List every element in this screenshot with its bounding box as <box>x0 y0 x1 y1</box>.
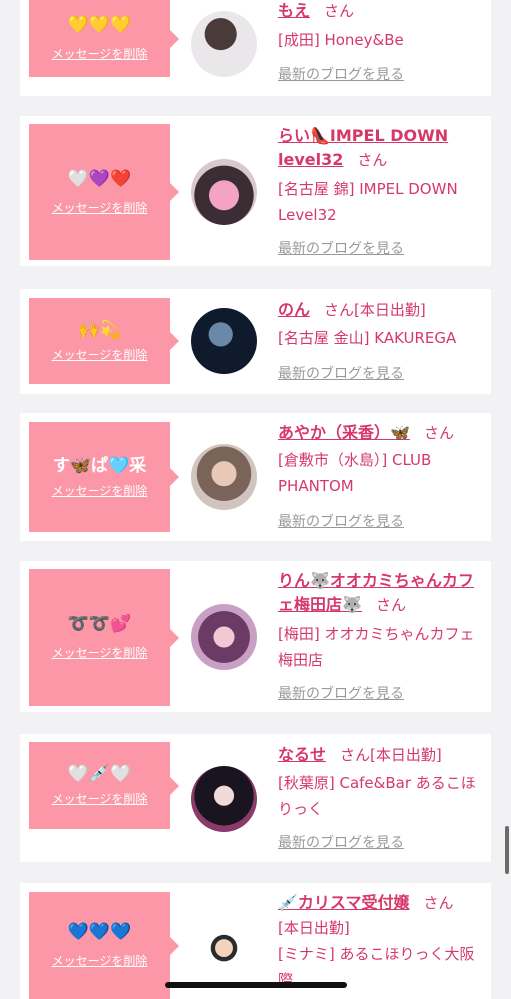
shop-info: [倉敷市（水島）] CLUB PHANTOM <box>278 451 432 495</box>
delete-message-link[interactable]: メッセージを削除 <box>52 790 148 807</box>
message-emoji: 💛💛💛 <box>67 15 132 35</box>
message-emoji: 🤍💜❤️ <box>67 168 132 189</box>
san-suffix: さん <box>423 424 454 442</box>
cast-name-link[interactable]: 💉カリスマ受付嬢 <box>278 893 409 912</box>
message-emoji: 🙌💫 <box>78 319 121 340</box>
avatar[interactable] <box>191 766 257 832</box>
cast-name-link[interactable]: あやか（采香）🦋 <box>278 423 410 442</box>
shop-info: [梅田] オオカミちゃんカフェ梅田店 <box>278 625 475 669</box>
message-box: 🙌💫 メッセージを削除 <box>29 298 179 384</box>
shop-info: [成田] Honey&Be <box>278 31 404 49</box>
message-card: 🤍💜❤️ メッセージを削除 らい👠IMPEL DOWN level32 さん [名… <box>20 116 491 266</box>
san-suffix: さん <box>423 894 454 912</box>
latest-blog-link[interactable]: 最新のブログを見る <box>278 363 404 383</box>
delete-message-link[interactable]: メッセージを削除 <box>52 199 148 216</box>
latest-blog-link[interactable]: 最新のブログを見る <box>278 238 404 258</box>
shop-info: [名古屋 錦] IMPEL DOWN Level32 <box>278 180 458 224</box>
home-indicator[interactable] <box>165 982 347 988</box>
avatar[interactable] <box>191 11 257 77</box>
san-suffix: さん <box>357 151 388 169</box>
message-card: す🦋ぱ🩵采 メッセージを削除 あやか（采香）🦋 さん [倉敷市（水島）] CLUB… <box>20 413 491 541</box>
work-status: [本日出勤] <box>278 919 350 937</box>
message-box: 🤍💉🤍 メッセージを削除 <box>29 742 179 829</box>
delete-message-link[interactable]: メッセージを削除 <box>52 952 148 969</box>
message-box: ➰➰💕 メッセージを削除 <box>29 569 179 706</box>
work-status: [本日出勤] <box>354 301 426 319</box>
message-card: 💛💛💛 メッセージを削除 もえ さん [成田] Honey&Be 最新のブログを見… <box>20 0 491 96</box>
message-box: 🤍💜❤️ メッセージを削除 <box>29 124 179 260</box>
message-box: 💙💙💙 メッセージを削除 <box>29 892 179 999</box>
san-suffix: さん <box>324 301 355 319</box>
message-emoji: 🤍💉🤍 <box>67 764 132 784</box>
delete-message-link[interactable]: メッセージを削除 <box>52 482 148 499</box>
shop-info: [名古屋 金山] KAKUREGA <box>278 329 457 347</box>
message-emoji: 💙💙💙 <box>67 922 132 942</box>
cast-name-link[interactable]: のん <box>278 300 310 319</box>
delete-message-link[interactable]: メッセージを削除 <box>52 644 148 661</box>
message-box: 💛💛💛 メッセージを削除 <box>29 0 179 77</box>
latest-blog-link[interactable]: 最新のブログを見る <box>278 64 404 84</box>
work-status: [本日出勤] <box>370 746 442 764</box>
san-suffix: さん <box>340 746 371 764</box>
delete-message-link[interactable]: メッセージを削除 <box>52 45 148 62</box>
san-suffix: さん <box>375 596 406 614</box>
avatar[interactable] <box>191 604 257 670</box>
message-card: 🙌💫 メッセージを削除 のん さん[本日出勤] [名古屋 金山] KAKUREGA… <box>20 289 491 394</box>
message-emoji: す🦋ぱ🩵采 <box>52 455 147 476</box>
message-card: 🤍💉🤍 メッセージを削除 なるせ さん[本日出勤] [秋葉原] Cafe&Bar … <box>20 734 491 862</box>
latest-blog-link[interactable]: 最新のブログを見る <box>278 832 404 852</box>
cast-name-link[interactable]: なるせ <box>278 745 326 764</box>
scrollbar[interactable] <box>505 826 509 874</box>
san-suffix: さん <box>324 2 355 20</box>
latest-blog-link[interactable]: 最新のブログを見る <box>278 683 404 703</box>
latest-blog-link[interactable]: 最新のブログを見る <box>278 511 404 531</box>
message-emoji: ➰➰💕 <box>67 614 132 634</box>
avatar[interactable] <box>191 444 257 510</box>
avatar[interactable] <box>191 159 257 225</box>
cast-name-link[interactable]: もえ <box>278 1 310 20</box>
delete-message-link[interactable]: メッセージを削除 <box>52 346 148 363</box>
avatar[interactable] <box>191 308 257 374</box>
shop-info: [秋葉原] Cafe&Bar あるこほりっく <box>278 774 476 818</box>
message-card: ➰➰💕 メッセージを削除 りん🐺オオカミちゃんカフェ梅田店🐺 さん [梅田] オオ… <box>20 561 491 712</box>
message-box: す🦋ぱ🩵采 メッセージを削除 <box>29 422 179 532</box>
